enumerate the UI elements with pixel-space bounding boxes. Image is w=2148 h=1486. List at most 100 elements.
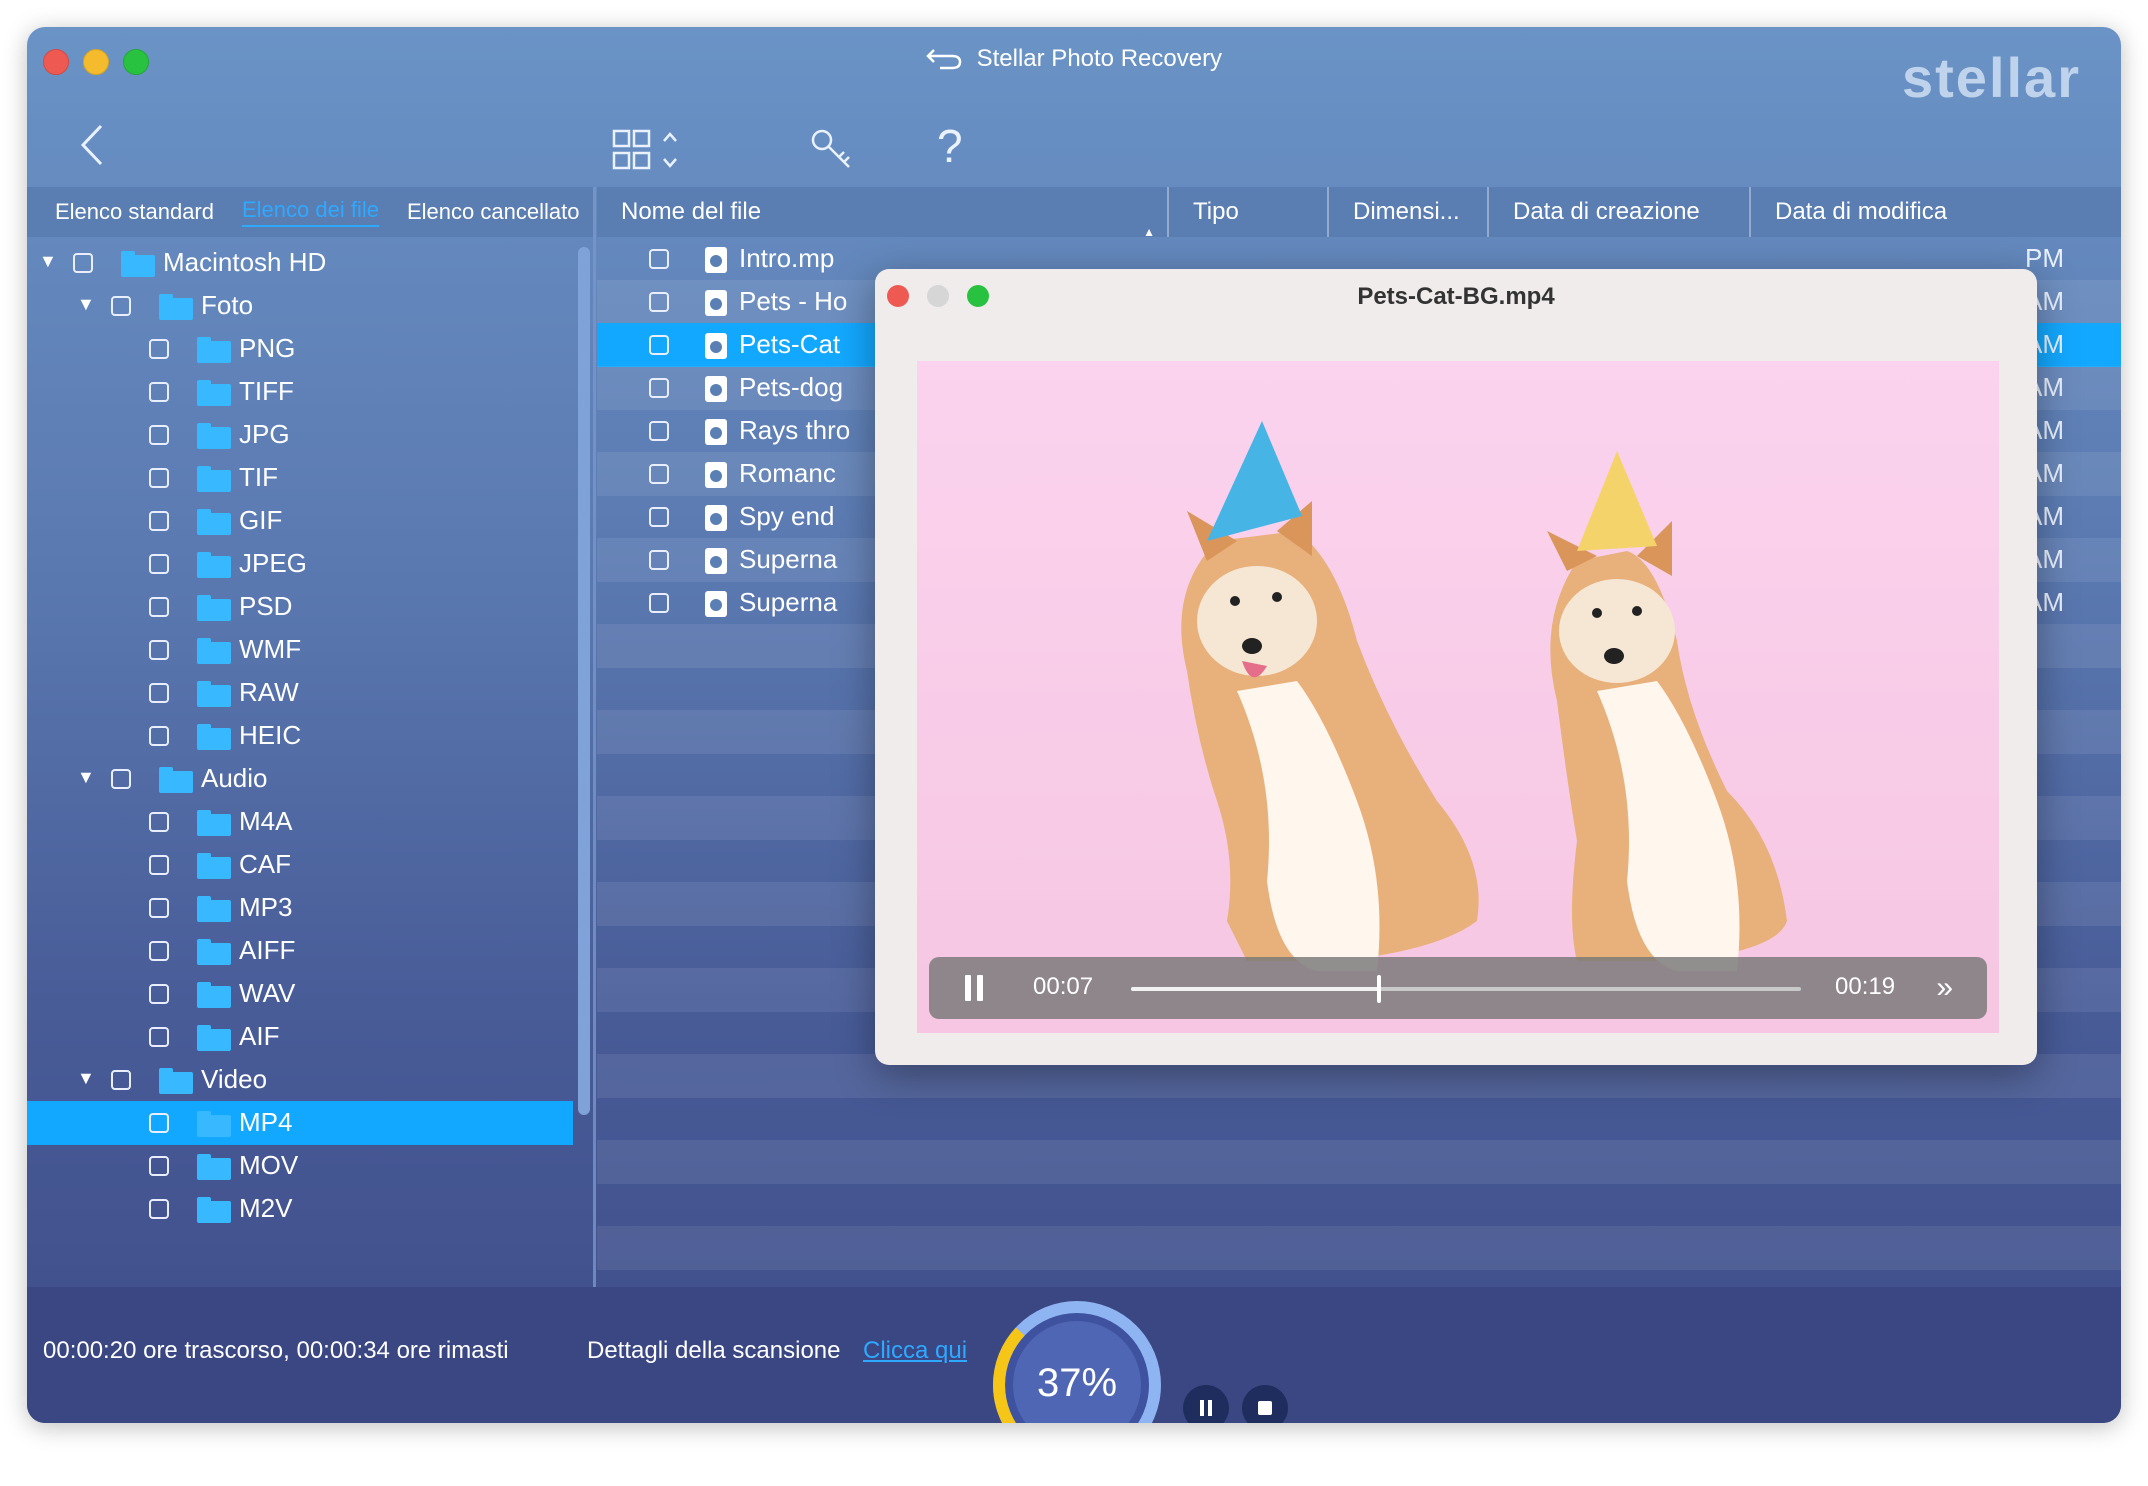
fast-forward-icon[interactable]: » [1936, 971, 1953, 1005]
tree-item[interactable]: AIFF [27, 929, 573, 973]
video-frame[interactable]: 00:07 00:19 » [917, 361, 1999, 1033]
tree-item[interactable]: ▼ Macintosh HD [27, 241, 573, 285]
scan-percent-text: 37% [1036, 1361, 1118, 1405]
tree-checkbox[interactable] [149, 382, 169, 402]
column-modified[interactable]: Data di modifica [1751, 187, 2111, 237]
video-file-icon [705, 290, 727, 316]
file-checkbox[interactable] [649, 550, 669, 570]
tree-checkbox[interactable] [149, 511, 169, 531]
tab-standard-list[interactable]: Elenco standard [55, 199, 214, 225]
tree-item-label: CAF [239, 849, 291, 879]
tree-checkbox[interactable] [149, 683, 169, 703]
video-file-icon [705, 376, 727, 402]
video-seek-bar[interactable] [1131, 975, 1801, 1003]
column-created[interactable]: Data di creazione [1489, 187, 1751, 237]
tree-item-label: WMF [239, 634, 302, 664]
pause-scan-button[interactable] [1183, 1385, 1229, 1423]
tree-item[interactable]: PNG [27, 327, 573, 371]
tree-item-label: MOV [239, 1150, 299, 1180]
column-size[interactable]: Dimensi... [1329, 187, 1489, 237]
tree-checkbox[interactable] [111, 1070, 131, 1090]
tree-checkbox[interactable] [149, 1113, 169, 1133]
file-checkbox[interactable] [649, 464, 669, 484]
tree-checkbox[interactable] [149, 726, 169, 746]
tree-checkbox[interactable] [149, 984, 169, 1004]
scan-details-link[interactable]: Clicca qui [863, 1337, 967, 1365]
folder-icon [197, 1025, 231, 1051]
video-file-icon [705, 591, 727, 617]
tree-item[interactable]: ▼ Video [27, 1058, 573, 1102]
stop-scan-button[interactable] [1242, 1385, 1288, 1423]
tree-item[interactable]: TIF [27, 456, 573, 500]
disclosure-triangle-icon[interactable]: ▼ [77, 1068, 95, 1089]
tree-item[interactable]: HEIC [27, 714, 573, 758]
disclosure-triangle-icon[interactable]: ▼ [39, 251, 57, 272]
tree-checkbox[interactable] [149, 554, 169, 574]
tab-file-list[interactable]: Elenco dei file [242, 197, 379, 227]
folder-icon [197, 466, 231, 492]
tree-item[interactable]: JPG [27, 413, 573, 457]
tree-item[interactable]: GIF [27, 499, 573, 543]
file-checkbox[interactable] [649, 421, 669, 441]
file-checkbox[interactable] [649, 292, 669, 312]
tree-item[interactable]: TIFF [27, 370, 573, 414]
tree-item-label: MP3 [239, 892, 293, 922]
tree-item[interactable]: AIF [27, 1015, 573, 1059]
tree-item-label: PNG [239, 333, 296, 363]
tree-checkbox[interactable] [149, 1027, 169, 1047]
video-pause-button[interactable] [963, 973, 987, 1008]
tree-checkbox[interactable] [149, 941, 169, 961]
key-icon[interactable] [809, 127, 853, 176]
tree-checkbox[interactable] [149, 812, 169, 832]
tree-item-label: Video [201, 1064, 268, 1094]
tree-item[interactable]: MOV [27, 1144, 573, 1188]
tree-checkbox[interactable] [73, 253, 93, 273]
view-grid-icon[interactable] [612, 129, 692, 178]
tree-item[interactable]: M2V [27, 1187, 573, 1231]
pane-divider[interactable] [593, 187, 596, 1287]
disclosure-triangle-icon[interactable]: ▼ [77, 767, 95, 788]
tree-checkbox[interactable] [149, 640, 169, 660]
tree-item[interactable]: CAF [27, 843, 573, 887]
recovery-icon [926, 46, 962, 77]
tree-item[interactable]: WAV [27, 972, 573, 1016]
tab-deleted-list[interactable]: Elenco cancellato [407, 199, 579, 225]
file-checkbox[interactable] [649, 335, 669, 355]
tree-item-label: Audio [201, 763, 268, 793]
tree-item[interactable]: JPEG [27, 542, 573, 586]
tree-item-label: MP4 [239, 1107, 293, 1137]
tree-checkbox[interactable] [149, 468, 169, 488]
file-checkbox[interactable] [649, 378, 669, 398]
file-checkbox[interactable] [649, 507, 669, 527]
tree-checkbox[interactable] [149, 1156, 169, 1176]
file-checkbox[interactable] [649, 593, 669, 613]
tree-item[interactable]: WMF [27, 628, 573, 672]
disclosure-triangle-icon[interactable]: ▼ [77, 294, 95, 315]
tree-item[interactable]: PSD [27, 585, 573, 629]
tree-checkbox[interactable] [149, 1199, 169, 1219]
file-checkbox[interactable] [649, 249, 669, 269]
column-type[interactable]: Tipo [1169, 187, 1329, 237]
tree-checkbox[interactable] [149, 855, 169, 875]
tree-item[interactable]: M4A [27, 800, 573, 844]
tree-checkbox[interactable] [111, 296, 131, 316]
tree-checkbox[interactable] [149, 339, 169, 359]
tree-item[interactable]: ▼ Audio [27, 757, 573, 801]
tree-checkbox[interactable] [149, 425, 169, 445]
tree-checkbox[interactable] [149, 597, 169, 617]
tree-item[interactable]: MP3 [27, 886, 573, 930]
tree-item[interactable]: MP4 [27, 1101, 573, 1145]
tree-scrollbar[interactable] [578, 247, 590, 1115]
pause-icon [1200, 1400, 1212, 1416]
help-icon[interactable]: ? [937, 121, 963, 171]
tree-item[interactable]: ▼ Foto [27, 284, 573, 328]
back-icon[interactable] [79, 123, 105, 175]
video-seek-knob[interactable] [1376, 975, 1381, 1003]
stellar-logo: stellar [1902, 46, 2081, 109]
folder-icon [197, 423, 231, 449]
column-file-name[interactable]: Nome del file ▲ [597, 187, 1169, 239]
file-name: Pets-Cat [739, 329, 841, 359]
tree-item[interactable]: RAW [27, 671, 573, 715]
tree-checkbox[interactable] [111, 769, 131, 789]
tree-checkbox[interactable] [149, 898, 169, 918]
